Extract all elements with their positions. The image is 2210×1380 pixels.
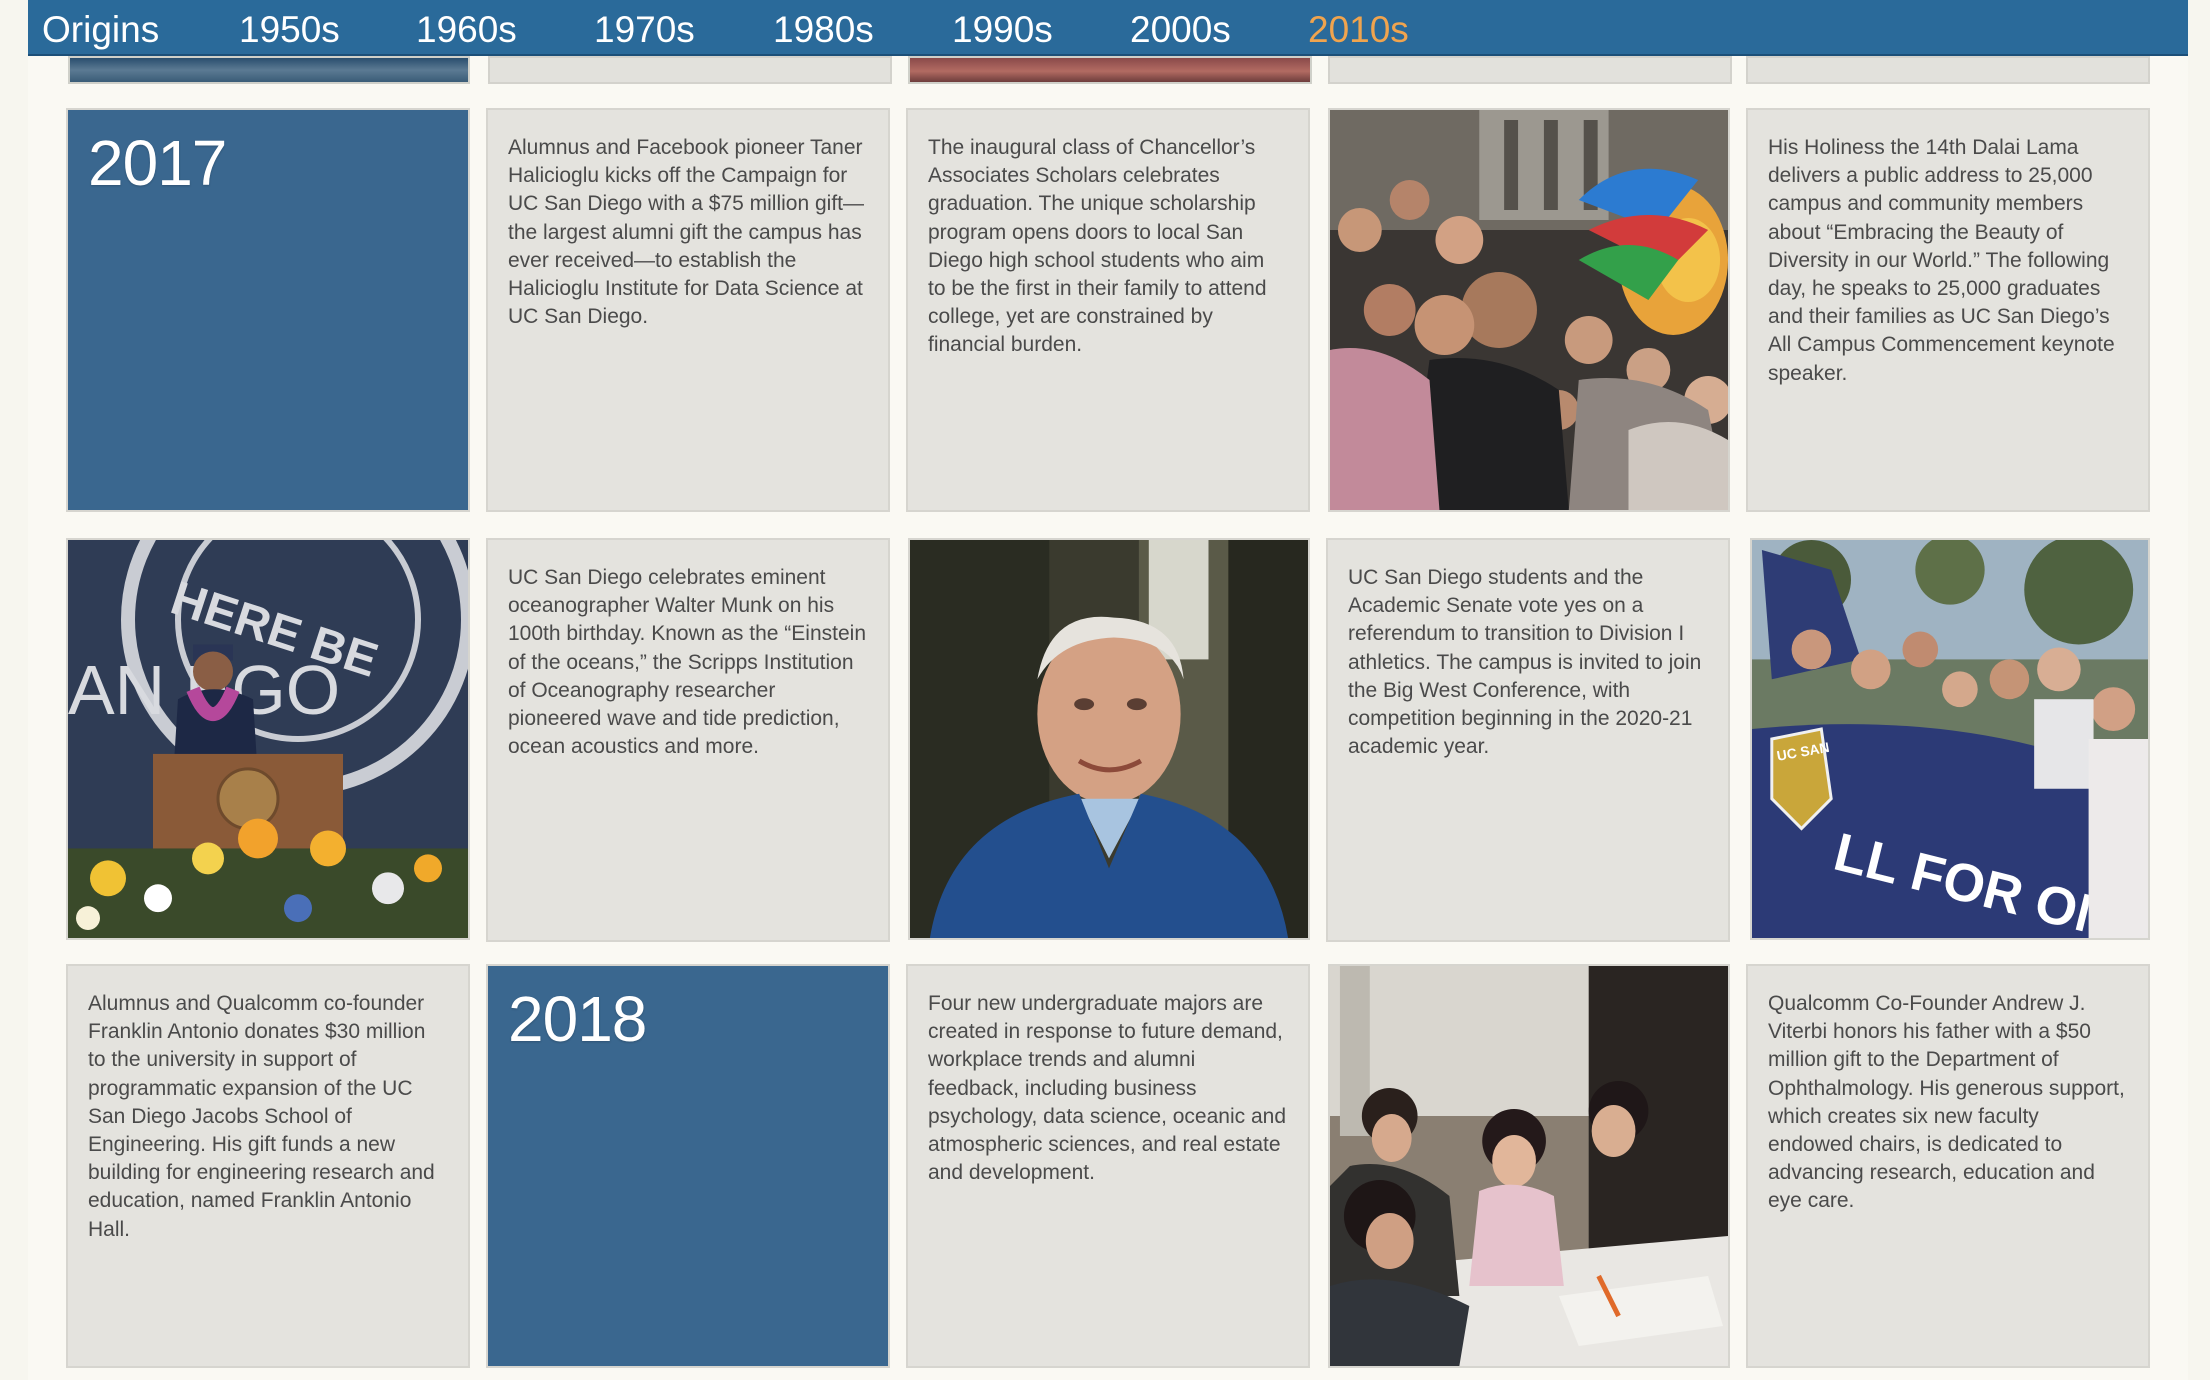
nav-item-1970s[interactable]: 1970s (594, 8, 695, 52)
entry-text: Alumnus and Qualcomm co-founder Franklin… (88, 992, 435, 1241)
partial-photo-tile[interactable] (68, 56, 470, 84)
entry-text: Alumnus and Facebook pioneer Taner Halic… (508, 136, 864, 329)
timeline-entry-chancellors-scholars: The inaugural class of Chancellor’s Asso… (906, 108, 1310, 512)
nav-item-1980s[interactable]: 1980s (773, 8, 874, 52)
photo-walter-munk[interactable] (908, 538, 1310, 940)
partial-text-tile (1328, 56, 1732, 84)
year-label: 2017 (88, 127, 227, 199)
nav-item-2000s[interactable]: 2000s (1130, 8, 1231, 52)
timeline-entry-halicioglu: Alumnus and Facebook pioneer Taner Halic… (486, 108, 890, 512)
triton-rally-image: UC SAN LL FOR ONE. (1752, 540, 2148, 938)
photo-division-one-rally[interactable]: UC SAN LL FOR ONE. (1750, 538, 2150, 940)
entry-text: Four new undergraduate majors are create… (928, 992, 1287, 1185)
timeline-entry-dalai-lama: His Holiness the 14th Dalai Lama deliver… (1746, 108, 2150, 512)
graduation-crowd-image (1330, 110, 1728, 510)
partial-text-tile (488, 56, 892, 84)
partial-text-tile (1746, 56, 2150, 84)
entry-text: The inaugural class of Chancellor’s Asso… (928, 136, 1267, 357)
students-classroom-image (1330, 966, 1728, 1366)
year-label: 2018 (508, 983, 647, 1055)
year-tile-2017: 2017 (66, 108, 470, 512)
nav-item-2010s[interactable]: 2010s (1308, 8, 1409, 52)
nav-item-1990s[interactable]: 1990s (952, 8, 1053, 52)
partial-photo-tile[interactable] (908, 56, 1312, 84)
timeline-entry-franklin-antonio: Alumnus and Qualcomm co-founder Franklin… (66, 964, 470, 1368)
nav-item-1960s[interactable]: 1960s (416, 8, 517, 52)
entry-text: UC San Diego celebrates eminent oceanogr… (508, 566, 866, 759)
timeline-entry-walter-munk: UC San Diego celebrates eminent oceanogr… (486, 538, 890, 942)
walter-munk-portrait-image (910, 540, 1308, 938)
entry-text: Qualcomm Co-Founder Andrew J. Viterbi ho… (1768, 992, 2125, 1213)
photo-dalai-lama-podium[interactable]: HERE BE AN EGO (66, 538, 470, 940)
photo-students-collaborating[interactable] (1328, 964, 1730, 1368)
entry-text: His Holiness the 14th Dalai Lama deliver… (1768, 136, 2115, 385)
dalai-lama-commencement-image: HERE BE AN EGO (68, 540, 468, 938)
year-tile-2018: 2018 (486, 964, 890, 1368)
nav-item-1950s[interactable]: 1950s (239, 8, 340, 52)
timeline-entry-new-majors: Four new undergraduate majors are create… (906, 964, 1310, 1368)
timeline-entry-viterbi: Qualcomm Co-Founder Andrew J. Viterbi ho… (1746, 964, 2150, 1368)
timeline-entry-division-one: UC San Diego students and the Academic S… (1326, 538, 1730, 942)
photo-graduation-crowd[interactable] (1328, 108, 1730, 512)
entry-text: UC San Diego students and the Academic S… (1348, 566, 1702, 759)
decade-nav: Origins 1950s 1960s 1970s 1980s 1990s 20… (28, 0, 2188, 56)
nav-item-origins[interactable]: Origins (42, 8, 159, 52)
